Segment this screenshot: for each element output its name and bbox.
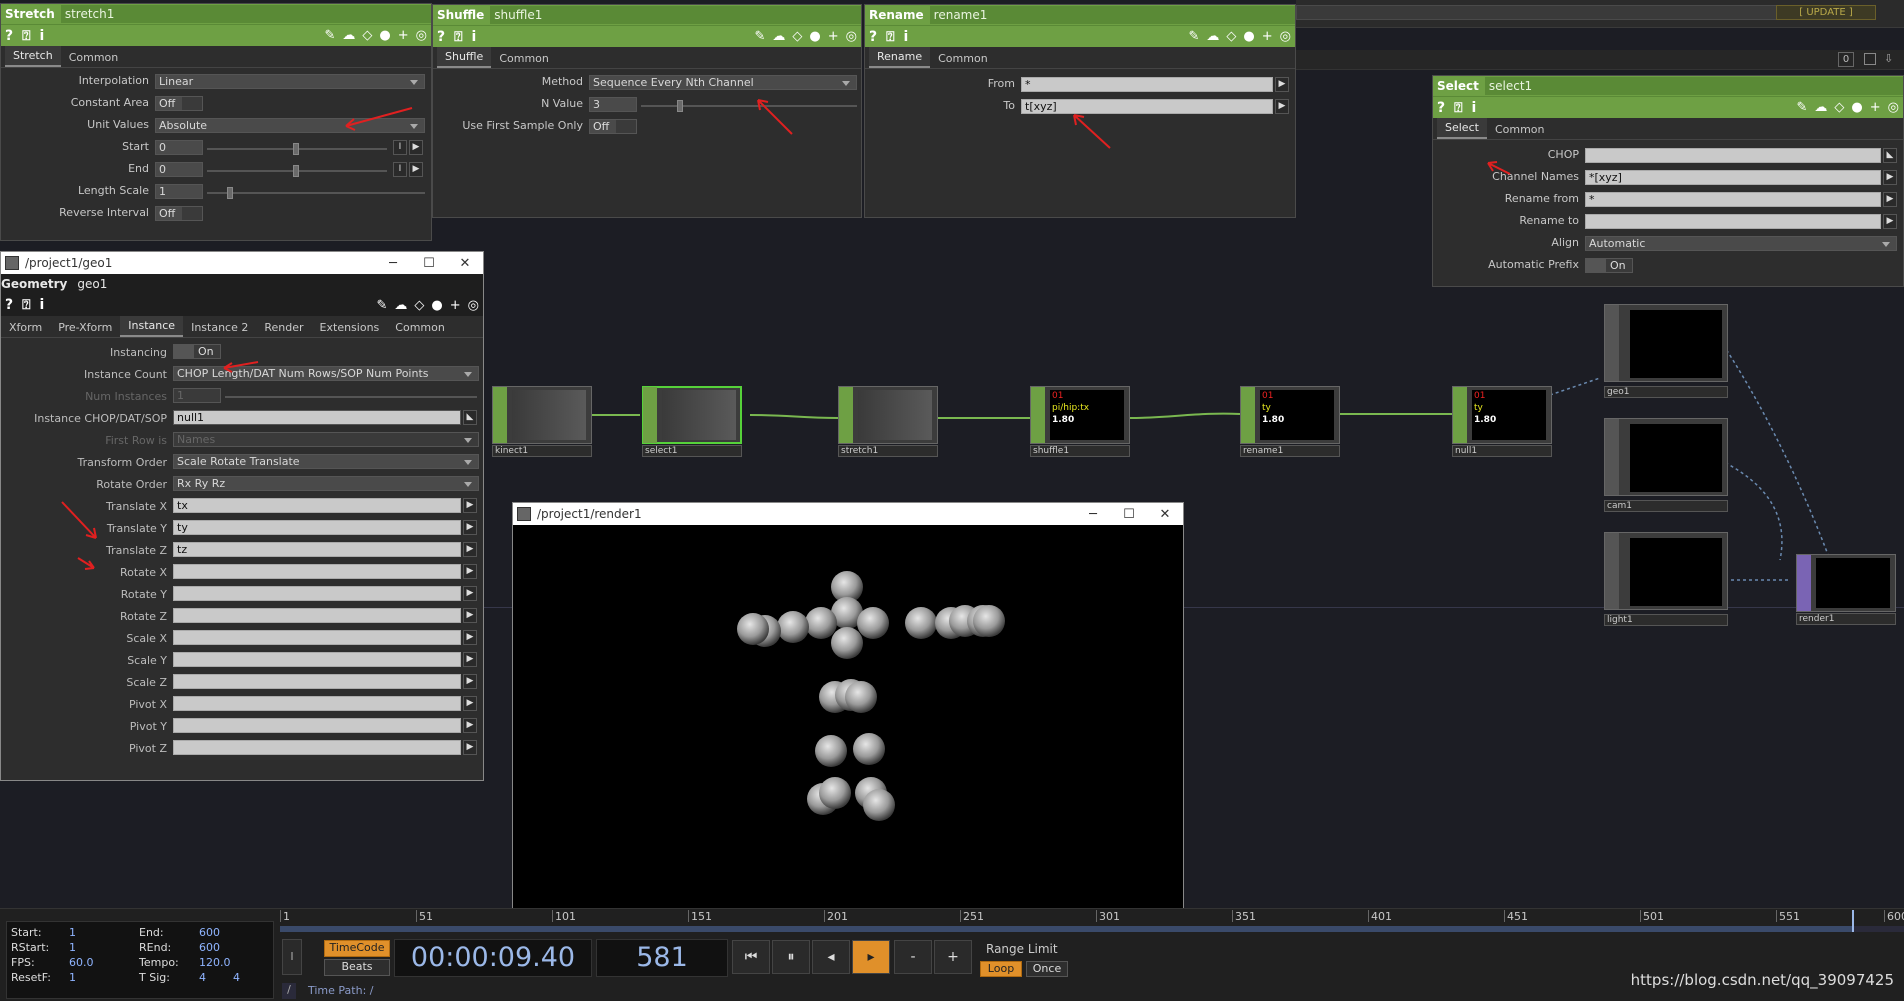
ruler-tick-label: 401 [1371,910,1392,923]
time-path-label: Time Path: / [308,984,374,997]
ruler-tick-label: 351 [1235,910,1256,923]
play-button[interactable]: ▸ [852,940,890,974]
tempo-value[interactable]: 120.0 [199,956,231,969]
timecode-button[interactable]: TimeCode [324,940,390,957]
ruler-tick-label: 251 [963,910,984,923]
loop-button[interactable]: Loop [980,961,1022,977]
timecode-display[interactable]: 00:00:09.40 [394,939,592,977]
start-value[interactable]: 1 [69,926,76,939]
once-button[interactable]: Once [1026,961,1068,977]
beats-button[interactable]: Beats [324,959,390,976]
step-minus-button[interactable]: - [894,940,932,974]
ruler-tick-label: 451 [1507,910,1528,923]
rstart-value[interactable]: 1 [69,941,76,954]
rewind-button[interactable]: ⏮ [732,940,770,974]
frame-display[interactable]: 581 [596,939,728,977]
tsig-value-a[interactable]: 4 [199,971,206,984]
frame-ruler[interactable]: 151101151201251301351401451501551600 [280,910,1904,924]
tsig-value-b[interactable]: 4 [233,971,240,984]
ruler-tick-label: 301 [1099,910,1120,923]
pause-button[interactable]: ⏸ [772,940,810,974]
ruler-tick-label: 600 [1887,910,1904,923]
range-limit-label: Range Limit [986,942,1058,956]
slash-icon: / [282,983,296,999]
range-handle-button[interactable]: I [282,939,302,975]
ruler-tick-label: 151 [691,910,712,923]
ruler-tick-label: 201 [827,910,848,923]
timeline-track[interactable] [280,910,1904,932]
annotation-arrows [61,99,1511,570]
end-value[interactable]: 600 [199,926,220,939]
step-back-button[interactable]: ◂ [812,940,850,974]
time-settings-panel: Start: 1 End: 600 RStart: 1 REnd: 600 FP… [6,921,274,999]
ruler-tick-label: 1 [283,910,290,923]
watermark-text: https://blog.csdn.net/qq_39097425 [1630,971,1894,989]
resetf-value[interactable]: 1 [69,971,76,984]
ruler-tick-label: 51 [419,910,433,923]
ruler-tick-label: 551 [1779,910,1800,923]
step-plus-button[interactable]: + [934,940,972,974]
fps-value[interactable]: 60.0 [69,956,94,969]
rend-value[interactable]: 600 [199,941,220,954]
playhead[interactable] [1852,910,1854,932]
ruler-tick-label: 101 [555,910,576,923]
ruler-tick-label: 501 [1643,910,1664,923]
